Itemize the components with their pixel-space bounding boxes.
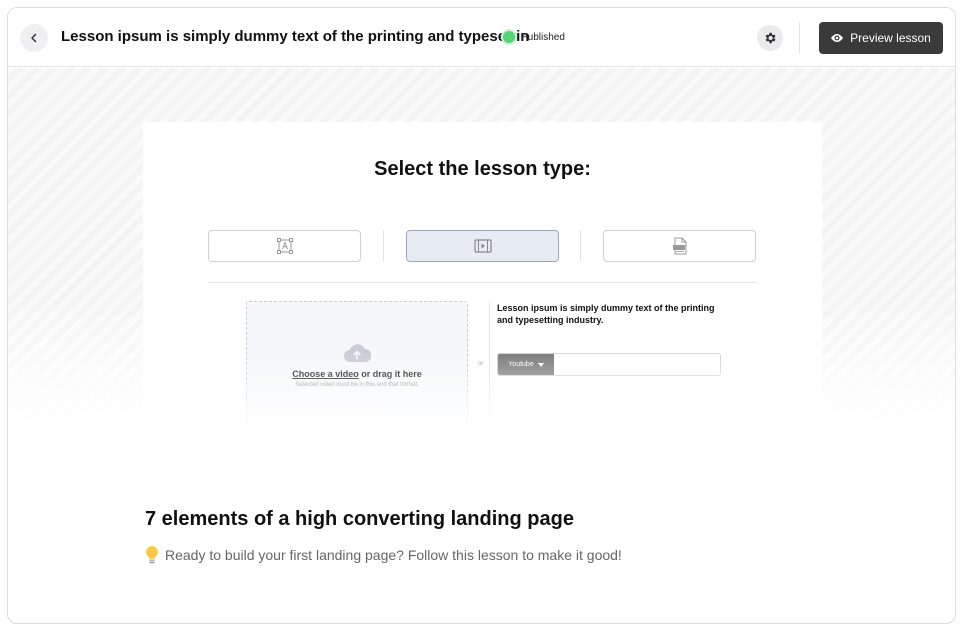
cloud-upload-icon (344, 344, 371, 362)
vertical-divider (489, 301, 490, 430)
lesson-title: Lesson ipsum is simply dummy text of the… (61, 28, 530, 45)
lesson-heading: 7 elements of a high converting landing … (145, 508, 574, 530)
video-source-description: Lesson ipsum is simply dummy text of the… (497, 303, 715, 325)
video-url-group: Youtube (497, 353, 721, 376)
video-lesson-icon (473, 239, 492, 253)
video-source-select[interactable]: Youtube (498, 354, 554, 375)
preview-label: Preview lesson (850, 31, 931, 45)
lesson-type-heading: Select the lesson type: (374, 158, 591, 180)
back-button[interactable] (20, 24, 48, 52)
or-label: or (478, 361, 484, 367)
top-bar: Lesson ipsum is simply dummy text of the… (8, 8, 955, 67)
chevron-left-icon (31, 33, 37, 43)
pdf-lesson-option[interactable] (603, 230, 756, 262)
status-dot-icon (503, 31, 515, 43)
option-separator (383, 230, 384, 262)
section-divider (208, 282, 757, 283)
choose-video-link[interactable]: Choose a video (292, 369, 359, 379)
dropzone-label: Choose a video or drag it here (292, 369, 422, 379)
caret-down-icon (537, 362, 544, 367)
lesson-subtitle: Ready to build your first landing page? … (145, 545, 622, 565)
eye-icon (831, 34, 844, 42)
lightbulb-icon (146, 546, 158, 564)
text-lesson-icon (276, 238, 293, 254)
video-url-input[interactable] (554, 354, 720, 375)
video-dropzone[interactable]: Choose a video or drag it here Selected … (246, 301, 468, 430)
status-badge: Published (503, 31, 565, 43)
text-lesson-option[interactable] (208, 230, 361, 262)
option-separator (580, 230, 581, 262)
gear-icon (765, 32, 776, 44)
video-lesson-option[interactable] (406, 230, 559, 262)
drag-text: or drag it here (358, 369, 422, 379)
header-divider (799, 22, 800, 54)
video-source-value: Youtube (508, 361, 534, 368)
lesson-subtitle-text: Ready to build your first landing page? … (165, 547, 622, 563)
settings-button[interactable] (757, 25, 783, 51)
lesson-editor-window: Lesson ipsum is simply dummy text of the… (7, 7, 956, 624)
lesson-type-card: Select the lesson type: Choose a video o… (143, 122, 822, 432)
status-label: Published (521, 31, 565, 43)
preview-lesson-button[interactable]: Preview lesson (819, 22, 943, 54)
pdf-lesson-icon (672, 237, 686, 255)
dropzone-hint: Selected video must be in this and that … (295, 382, 419, 388)
